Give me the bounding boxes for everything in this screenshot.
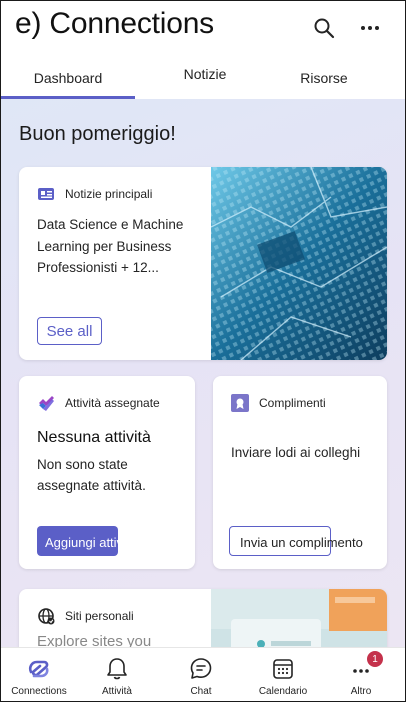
calendar-icon (273, 659, 293, 679)
nav-altro[interactable]: Altro (323, 648, 399, 701)
praise-card-title: Complimenti (259, 396, 326, 410)
circuit-board-image (211, 167, 387, 360)
assigned-tasks-card[interactable]: Attività assegnate Nessuna attività Non … (19, 376, 195, 569)
no-tasks-heading: Nessuna attività (37, 429, 151, 446)
sites-description: Explore sites you (37, 633, 152, 647)
chat-icon (190, 658, 212, 679)
nav-connections-label: Connections (11, 686, 67, 697)
bell-icon (107, 658, 127, 680)
globe-icon (38, 608, 55, 625)
personal-sites-card[interactable]: Siti personali Explore sites you (19, 589, 387, 647)
nav-calendario-label: Calendario (258, 686, 308, 697)
app-header: e) Connections (1, 1, 405, 57)
greeting: Buon pomeriggio! (19, 123, 176, 145)
nav-connections[interactable]: Connections (1, 648, 77, 701)
more-horizontal-icon (361, 26, 379, 30)
tab-risorse[interactable]: Risorse (269, 59, 379, 97)
nav-chat-label: Chat (190, 686, 212, 697)
tasks-card-title: Attività assegnate (65, 396, 160, 410)
nav-chat[interactable]: Chat (163, 648, 239, 701)
connections-icon (28, 660, 49, 678)
news-icon (38, 188, 54, 200)
more-options-button[interactable] (357, 15, 383, 41)
nav-attivita-label: Attività (101, 686, 132, 697)
news-card[interactable]: Notizie principali Data Science e Machin… (19, 167, 387, 360)
tasks-card-header: Attività assegnate (37, 394, 160, 412)
news-headline[interactable]: Data Science e Machine Learning per Busi… (37, 214, 187, 279)
notification-badge: 1 (367, 651, 383, 667)
praise-card-header: Complimenti (231, 394, 326, 412)
search-icon (314, 18, 335, 39)
news-card-title: Notizie principali (65, 187, 153, 201)
praise-card[interactable]: Complimenti Inviare lodi ai colleghi Inv… (213, 376, 387, 569)
send-praise-button-label[interactable]: Invia un complimento (240, 535, 363, 550)
dashboard-content[interactable]: Buon pomeriggio! Notizie principali Data… (1, 99, 405, 647)
office-photo-image (211, 589, 387, 647)
app-title: e) Connections (15, 7, 214, 40)
news-card-header: Notizie principali (37, 185, 152, 203)
search-button[interactable] (311, 15, 337, 41)
medal-icon (231, 394, 249, 412)
no-tasks-description: Non sono state assegnate attività. (37, 457, 146, 493)
tab-bar: Dashboard Notizie Risorse (1, 59, 405, 99)
see-all-button[interactable]: See all (37, 317, 102, 345)
tasks-icon (39, 396, 54, 411)
praise-description: Inviare lodi ai colleghi (231, 445, 361, 460)
sites-card-title: Siti personali (65, 609, 134, 623)
bottom-navigation: Connections Attività Chat Calendario Alt… (1, 647, 405, 701)
tab-dashboard[interactable]: Dashboard (1, 59, 135, 97)
tab-notizie[interactable]: Notizie (141, 55, 269, 93)
app-window: e) Connections Dashboard Notizie Risorse… (0, 0, 406, 702)
nav-attivita[interactable]: Attività (79, 648, 155, 701)
sites-card-header: Siti personali (37, 607, 134, 625)
nav-calendario[interactable]: Calendario (245, 648, 321, 701)
nav-altro-label: Altro (350, 686, 372, 697)
add-task-button-label[interactable]: Aggiungi attività (45, 535, 137, 550)
